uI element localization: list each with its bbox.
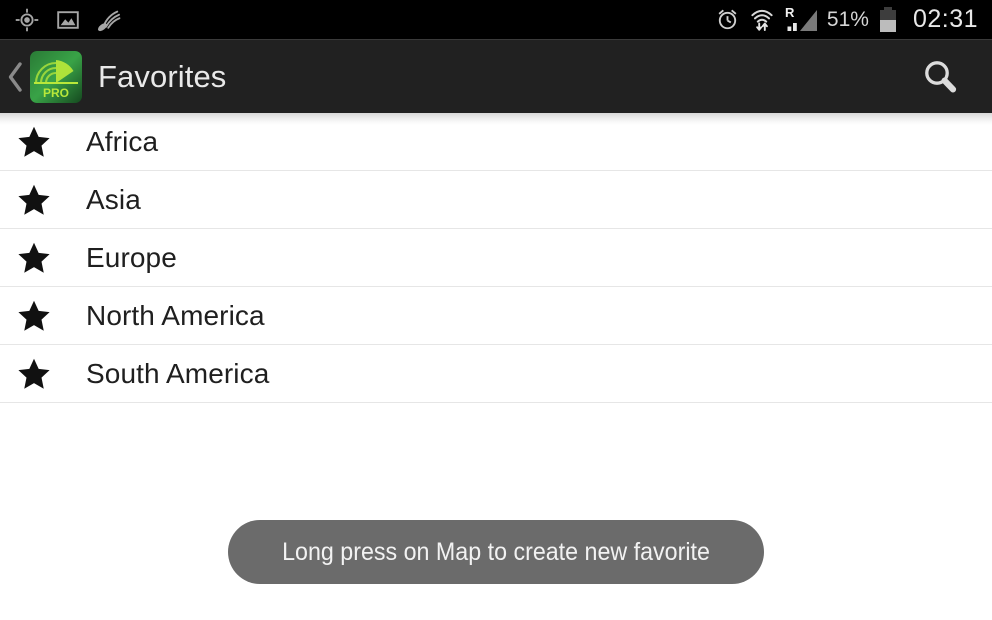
roaming-signal-icon: R [784, 5, 818, 35]
phone-screen: R 51% 02:31 PRO Favorites Africa Asia Eu… [0, 0, 992, 620]
back-button[interactable] [0, 40, 30, 114]
toast-notification: Long press on Map to create new favorite [228, 520, 764, 584]
list-item-label: Asia [86, 183, 141, 215]
list-item[interactable]: Africa [0, 113, 992, 171]
list-item[interactable]: South America [0, 345, 992, 403]
app-logo-icon[interactable]: PRO [30, 50, 82, 103]
status-bar-right-icons: R 51% 02:31 [715, 5, 978, 35]
status-bar: R 51% 02:31 [0, 0, 992, 39]
list-item[interactable]: North America [0, 287, 992, 345]
pro-badge-text: PRO [43, 86, 69, 100]
star-icon [12, 356, 56, 392]
toast-message: Long press on Map to create new favorite [282, 537, 710, 566]
battery-percent-label: 51% [826, 7, 869, 31]
list-item[interactable]: Europe [0, 229, 992, 287]
svg-text:R: R [785, 5, 795, 20]
star-icon [12, 124, 56, 160]
list-item-label: Africa [86, 125, 159, 157]
wifi-data-transfer-icon [749, 7, 775, 33]
gps-location-icon [14, 7, 40, 33]
favorites-list: Africa Asia Europe North America South A [0, 113, 992, 403]
star-icon [12, 240, 56, 276]
satellite-signal-icon [96, 6, 123, 33]
star-icon [12, 298, 56, 334]
action-bar: PRO Favorites [0, 39, 992, 113]
status-bar-left-icons [14, 6, 123, 33]
star-icon [12, 182, 56, 218]
list-item-label: North America [86, 299, 265, 331]
list-item-label: Europe [86, 241, 177, 273]
page-title: Favorites [98, 58, 227, 94]
alarm-clock-icon [715, 7, 740, 32]
search-icon [925, 60, 957, 92]
chevron-left-icon [8, 61, 22, 92]
status-bar-clock: 02:31 [912, 5, 978, 33]
search-button[interactable] [910, 40, 970, 114]
list-item[interactable]: Asia [0, 171, 992, 229]
battery-icon [878, 6, 898, 34]
screenshot-image-icon [56, 8, 80, 32]
list-item-label: South America [86, 357, 270, 389]
